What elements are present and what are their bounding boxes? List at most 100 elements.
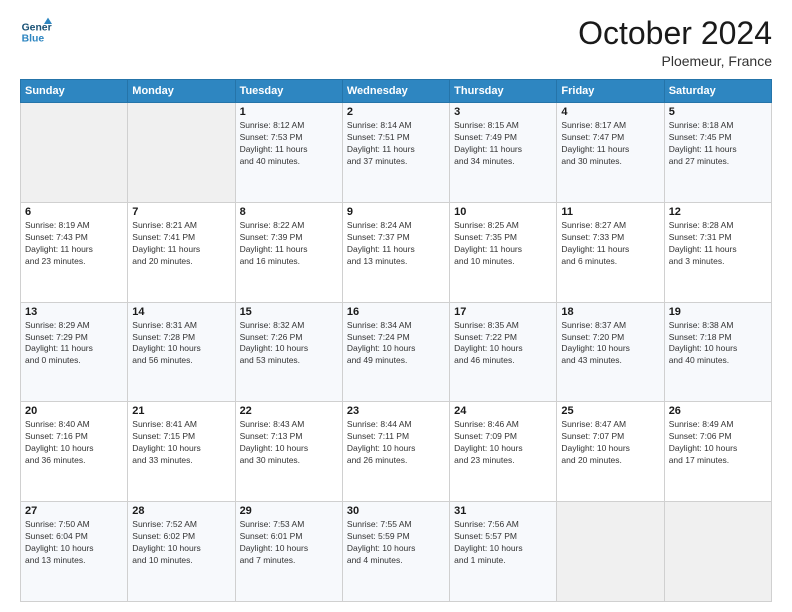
day-number: 11 — [561, 206, 659, 218]
day-number: 6 — [25, 206, 123, 218]
calendar-cell: 22 Sunrise: 8:43 AMSunset: 7:13 PMDayligh… — [235, 402, 342, 502]
calendar-cell: 13Sunrise: 8:29 AMSunset: 7:29 PMDayligh… — [21, 302, 128, 402]
svg-text:General: General — [22, 22, 52, 33]
calendar-cell: 16 Sunrise: 8:34 AMSunset: 7:24 PMDayligh… — [342, 302, 449, 402]
col-header-friday: Friday — [557, 80, 664, 103]
week-row-4: 20 Sunrise: 8:40 AMSunset: 7:16 PMDayligh… — [21, 402, 772, 502]
day-number: 9 — [347, 206, 445, 218]
day-info: Sunrise: 8:19 AMSunset: 7:43 PMDaylight:… — [25, 220, 123, 268]
calendar-cell: 12 Sunrise: 8:28 AMSunset: 7:31 PMDayligh… — [664, 202, 771, 302]
calendar-cell: 23 Sunrise: 8:44 AMSunset: 7:11 PMDayligh… — [342, 402, 449, 502]
day-number: 4 — [561, 106, 659, 118]
day-number: 18 — [561, 306, 659, 318]
day-number: 8 — [240, 206, 338, 218]
day-number: 19 — [669, 306, 767, 318]
day-info: Sunrise: 8:15 AMSunset: 7:49 PMDaylight:… — [454, 120, 552, 168]
day-number: 13 — [25, 306, 123, 318]
day-number: 10 — [454, 206, 552, 218]
day-info: Sunrise: 8:32 AMSunset: 7:26 PMDaylight:… — [240, 320, 338, 368]
calendar-cell: 3 Sunrise: 8:15 AMSunset: 7:49 PMDaylight… — [450, 103, 557, 203]
day-info: Sunrise: 8:49 AMSunset: 7:06 PMDaylight:… — [669, 419, 767, 467]
day-info: Sunrise: 8:34 AMSunset: 7:24 PMDaylight:… — [347, 320, 445, 368]
day-info: Sunrise: 8:18 AMSunset: 7:45 PMDaylight:… — [669, 120, 767, 168]
day-number: 17 — [454, 306, 552, 318]
calendar-cell — [664, 502, 771, 602]
day-info: Sunrise: 8:38 AMSunset: 7:18 PMDaylight:… — [669, 320, 767, 368]
calendar-cell: 15 Sunrise: 8:32 AMSunset: 7:26 PMDayligh… — [235, 302, 342, 402]
calendar-cell: 8 Sunrise: 8:22 AMSunset: 7:39 PMDaylight… — [235, 202, 342, 302]
day-number: 23 — [347, 405, 445, 417]
calendar-cell — [557, 502, 664, 602]
calendar-cell: 6 Sunrise: 8:19 AMSunset: 7:43 PMDaylight… — [21, 202, 128, 302]
calendar-cell: 17Sunrise: 8:35 AMSunset: 7:22 PMDayligh… — [450, 302, 557, 402]
day-number: 28 — [132, 505, 230, 517]
location: Ploemeur, France — [578, 53, 772, 69]
calendar-cell: 9 Sunrise: 8:24 AMSunset: 7:37 PMDaylight… — [342, 202, 449, 302]
calendar-cell: 19 Sunrise: 8:38 AMSunset: 7:18 PMDayligh… — [664, 302, 771, 402]
day-info: Sunrise: 7:52 AMSunset: 6:02 PMDaylight:… — [132, 519, 230, 567]
col-header-monday: Monday — [128, 80, 235, 103]
day-info: Sunrise: 7:53 AMSunset: 6:01 PMDaylight:… — [240, 519, 338, 567]
day-info: Sunrise: 8:31 AMSunset: 7:28 PMDaylight:… — [132, 320, 230, 368]
calendar-cell: 7Sunrise: 8:21 AMSunset: 7:41 PMDaylight… — [128, 202, 235, 302]
calendar-cell: 21Sunrise: 8:41 AMSunset: 7:15 PMDayligh… — [128, 402, 235, 502]
week-row-2: 6 Sunrise: 8:19 AMSunset: 7:43 PMDaylight… — [21, 202, 772, 302]
day-number: 15 — [240, 306, 338, 318]
day-info: Sunrise: 8:40 AMSunset: 7:16 PMDaylight:… — [25, 419, 123, 467]
day-info: Sunrise: 8:24 AMSunset: 7:37 PMDaylight:… — [347, 220, 445, 268]
day-number: 26 — [669, 405, 767, 417]
col-header-sunday: Sunday — [21, 80, 128, 103]
day-info: Sunrise: 8:43 AMSunset: 7:13 PMDaylight:… — [240, 419, 338, 467]
day-info: Sunrise: 8:44 AMSunset: 7:11 PMDaylight:… — [347, 419, 445, 467]
day-info: Sunrise: 8:25 AMSunset: 7:35 PMDaylight:… — [454, 220, 552, 268]
calendar-cell: 5 Sunrise: 8:18 AMSunset: 7:45 PMDaylight… — [664, 103, 771, 203]
calendar-cell: 20 Sunrise: 8:40 AMSunset: 7:16 PMDayligh… — [21, 402, 128, 502]
calendar-table: SundayMondayTuesdayWednesdayThursdayFrid… — [20, 79, 772, 602]
calendar-cell: 28 Sunrise: 7:52 AMSunset: 6:02 PMDayligh… — [128, 502, 235, 602]
month-title: October 2024 — [578, 16, 772, 51]
calendar-cell: 30Sunrise: 7:55 AMSunset: 5:59 PMDayligh… — [342, 502, 449, 602]
day-number: 25 — [561, 405, 659, 417]
day-info: Sunrise: 8:41 AMSunset: 7:15 PMDaylight:… — [132, 419, 230, 467]
col-header-tuesday: Tuesday — [235, 80, 342, 103]
day-info: Sunrise: 7:56 AMSunset: 5:57 PMDaylight:… — [454, 519, 552, 567]
day-number: 30 — [347, 505, 445, 517]
day-info: Sunrise: 8:28 AMSunset: 7:31 PMDaylight:… — [669, 220, 767, 268]
calendar-cell: 27Sunrise: 7:50 AMSunset: 6:04 PMDayligh… — [21, 502, 128, 602]
day-number: 31 — [454, 505, 552, 517]
day-number: 5 — [669, 106, 767, 118]
day-number: 3 — [454, 106, 552, 118]
day-number: 1 — [240, 106, 338, 118]
col-header-saturday: Saturday — [664, 80, 771, 103]
calendar-header-row: SundayMondayTuesdayWednesdayThursdayFrid… — [21, 80, 772, 103]
week-row-3: 13Sunrise: 8:29 AMSunset: 7:29 PMDayligh… — [21, 302, 772, 402]
logo-icon: General Blue — [20, 16, 52, 48]
calendar-cell — [128, 103, 235, 203]
calendar-cell: 29Sunrise: 7:53 AMSunset: 6:01 PMDayligh… — [235, 502, 342, 602]
day-number: 20 — [25, 405, 123, 417]
calendar-page: General Blue October 2024 Ploemeur, Fran… — [0, 0, 792, 612]
day-info: Sunrise: 8:12 AMSunset: 7:53 PMDaylight:… — [240, 120, 338, 168]
day-number: 24 — [454, 405, 552, 417]
day-info: Sunrise: 8:22 AMSunset: 7:39 PMDaylight:… — [240, 220, 338, 268]
day-info: Sunrise: 7:50 AMSunset: 6:04 PMDaylight:… — [25, 519, 123, 567]
day-info: Sunrise: 8:17 AMSunset: 7:47 PMDaylight:… — [561, 120, 659, 168]
calendar-cell: 18Sunrise: 8:37 AMSunset: 7:20 PMDayligh… — [557, 302, 664, 402]
logo: General Blue — [20, 16, 52, 48]
svg-text:Blue: Blue — [22, 34, 45, 45]
calendar-cell: 14 Sunrise: 8:31 AMSunset: 7:28 PMDayligh… — [128, 302, 235, 402]
calendar-cell: 10 Sunrise: 8:25 AMSunset: 7:35 PMDayligh… — [450, 202, 557, 302]
calendar-body: 1 Sunrise: 8:12 AMSunset: 7:53 PMDaylight… — [21, 103, 772, 602]
day-number: 7 — [132, 206, 230, 218]
calendar-cell: 11 Sunrise: 8:27 AMSunset: 7:33 PMDayligh… — [557, 202, 664, 302]
day-number: 12 — [669, 206, 767, 218]
week-row-5: 27Sunrise: 7:50 AMSunset: 6:04 PMDayligh… — [21, 502, 772, 602]
day-number: 16 — [347, 306, 445, 318]
day-info: Sunrise: 8:47 AMSunset: 7:07 PMDaylight:… — [561, 419, 659, 467]
calendar-cell — [21, 103, 128, 203]
day-number: 22 — [240, 405, 338, 417]
header: General Blue October 2024 Ploemeur, Fran… — [20, 16, 772, 69]
day-number: 14 — [132, 306, 230, 318]
day-info: Sunrise: 8:27 AMSunset: 7:33 PMDaylight:… — [561, 220, 659, 268]
title-block: October 2024 Ploemeur, France — [578, 16, 772, 69]
